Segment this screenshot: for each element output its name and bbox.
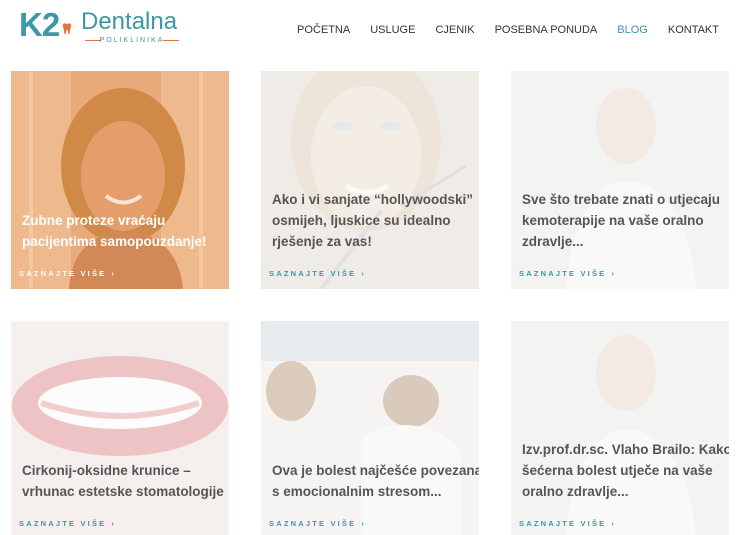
- blog-card[interactable]: Ako i vi sanjate “hollywoodski” osmijeh,…: [261, 71, 479, 289]
- logo-name: Dentalna: [81, 8, 178, 35]
- logo-subtitle: POLIKLINIKA: [99, 37, 165, 44]
- read-more-link[interactable]: SAZNAJTE VIŠE ›: [269, 519, 366, 529]
- read-more-link[interactable]: SAZNAJTE VIŠE ›: [519, 269, 616, 279]
- read-more-label: SAZNAJTE VIŠE: [19, 519, 107, 528]
- nav-item-pocetna[interactable]: POČETNA: [287, 22, 360, 38]
- blog-card[interactable]: Ova je bolest najčešće povezana s emocio…: [261, 321, 479, 535]
- blog-card[interactable]: Sve što trebate znati o utjecaju kemoter…: [511, 71, 729, 289]
- doctor-portrait-photo: [511, 321, 729, 535]
- nav-item-kontakt[interactable]: KONTAKT: [658, 22, 729, 38]
- read-more-label: SAZNAJTE VIŠE: [519, 269, 607, 278]
- chevron-right-icon: ›: [361, 519, 367, 528]
- blog-card[interactable]: Zubne proteze vraćaju pacijentima samopo…: [11, 71, 229, 289]
- read-more-label: SAZNAJTE VIŠE: [269, 519, 357, 528]
- blog-card[interactable]: Izv.prof.dr.sc. Vlaho Brailo: Kako šećer…: [511, 321, 729, 535]
- couple-in-bed-photo: [261, 321, 479, 535]
- doctor-portrait-photo: [511, 71, 729, 289]
- post-title[interactable]: Izv.prof.dr.sc. Vlaho Brailo: Kako šećer…: [522, 439, 729, 502]
- read-more-link[interactable]: SAZNAJTE VIŠE ›: [19, 519, 116, 529]
- blog-card[interactable]: Cirkonij-oksidne krunice – vrhunac estet…: [11, 321, 229, 535]
- logo-divider-right: [163, 40, 179, 41]
- site-logo[interactable]: K2 Dentalna POLIKLINIKA: [19, 7, 189, 47]
- nav-item-usluge[interactable]: USLUGE: [360, 22, 425, 38]
- post-title[interactable]: Ova je bolest najčešće povezana s emocio…: [272, 460, 479, 502]
- post-title[interactable]: Zubne proteze vraćaju pacijentima samopo…: [22, 210, 229, 252]
- woman-dental-exam-photo: [261, 71, 479, 289]
- nav-item-posebna-ponuda[interactable]: POSEBNA PONUDA: [485, 22, 608, 38]
- smile-closeup-photo: [11, 321, 229, 535]
- chevron-right-icon: ›: [111, 269, 117, 278]
- post-title[interactable]: Ako i vi sanjate “hollywoodski” osmijeh,…: [272, 189, 479, 252]
- read-more-link[interactable]: SAZNAJTE VIŠE ›: [19, 269, 116, 279]
- post-title[interactable]: Cirkonij-oksidne krunice – vrhunac estet…: [22, 460, 229, 502]
- chevron-right-icon: ›: [111, 519, 117, 528]
- read-more-label: SAZNAJTE VIŠE: [269, 269, 357, 278]
- main-nav: POČETNA USLUGE CJENIK POSEBNA PONUDA BLO…: [287, 22, 729, 38]
- logo-mark: K2: [19, 6, 60, 43]
- read-more-link[interactable]: SAZNAJTE VIŠE ›: [269, 269, 366, 279]
- nav-item-cjenik[interactable]: CJENIK: [425, 22, 484, 38]
- read-more-link[interactable]: SAZNAJTE VIŠE ›: [519, 519, 616, 529]
- site-header: K2 Dentalna POLIKLINIKA POČETNA USLUGE C…: [0, 0, 738, 60]
- smiling-woman-photo: [11, 71, 229, 289]
- chevron-right-icon: ›: [361, 269, 367, 278]
- chevron-right-icon: ›: [611, 519, 617, 528]
- tooth-icon: [63, 23, 71, 35]
- post-title[interactable]: Sve što trebate znati o utjecaju kemoter…: [522, 189, 729, 252]
- read-more-label: SAZNAJTE VIŠE: [19, 269, 107, 278]
- read-more-label: SAZNAJTE VIŠE: [519, 519, 607, 528]
- chevron-right-icon: ›: [611, 269, 617, 278]
- nav-item-blog[interactable]: BLOG: [607, 22, 658, 38]
